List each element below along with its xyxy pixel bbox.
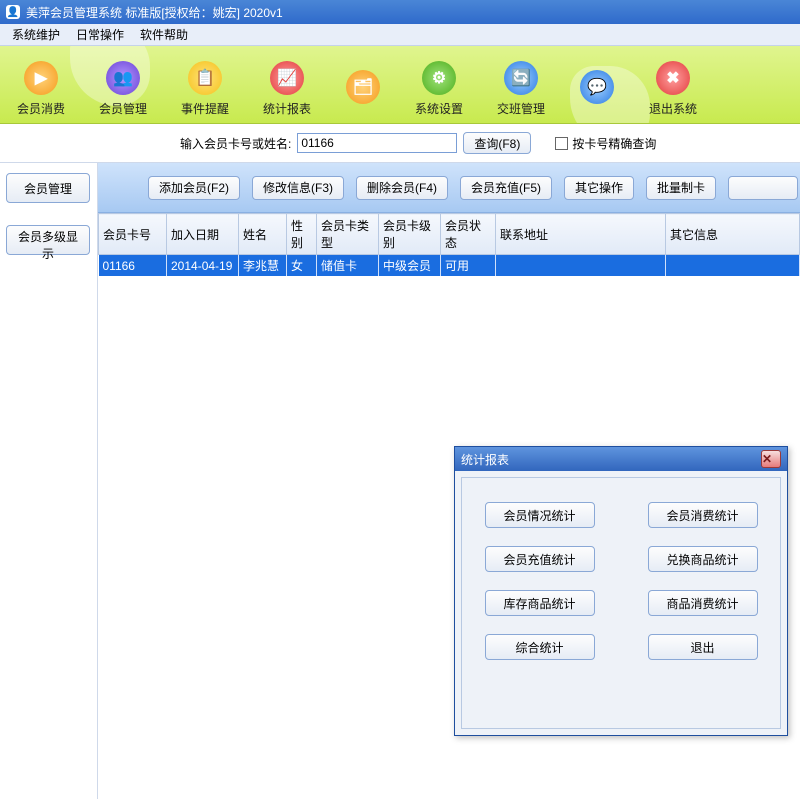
exact-match-checkbox[interactable]: 按卡号精确查询 — [555, 135, 656, 152]
tab-member-multi[interactable]: 会员多级显示 — [6, 225, 90, 255]
col-name[interactable]: 姓名 — [239, 214, 287, 255]
tool-label: 事件提醒 — [181, 100, 229, 117]
members-icon: 👥 — [106, 61, 140, 95]
dialog-titlebar[interactable]: 统计报表 ✕ — [455, 447, 787, 471]
btn-member-status-stat[interactable]: 会员情况统计 — [485, 502, 595, 528]
edit-info-button[interactable]: 修改信息(F3) — [252, 176, 344, 200]
cell-other — [666, 255, 800, 277]
cell-name: 李兆慧 — [239, 255, 287, 277]
add-member-button[interactable]: 添加会员(F2) — [148, 176, 240, 200]
btn-stock-goods-stat[interactable]: 库存商品统计 — [485, 590, 595, 616]
menu-daily-operate[interactable]: 日常操作 — [68, 24, 132, 45]
col-status[interactable]: 会员状态 — [441, 214, 496, 255]
dialog-body: 会员情况统计 会员消费统计 会员充值统计 兑换商品统计 库存商品统计 商品消费统… — [461, 477, 781, 729]
btn-member-consume-stat[interactable]: 会员消费统计 — [648, 502, 758, 528]
query-button[interactable]: 查询(F8) — [463, 132, 531, 154]
app-icon: 👤 — [6, 5, 20, 19]
window-title: 美萍会员管理系统 标准版[授权给：姚宏] 2020v1 — [26, 4, 794, 21]
stack-icon: 🗂 — [346, 70, 380, 104]
col-date[interactable]: 加入日期 — [167, 214, 239, 255]
shift-icon: 🔄 — [504, 61, 538, 95]
table-row[interactable]: 01166 2014-04-19 李兆慧 女 储值卡 中级会员 可用 — [99, 255, 800, 277]
members-table: 会员卡号 加入日期 姓名 性别 会员卡类型 会员卡级别 会员状态 联系地址 其它… — [98, 213, 800, 276]
cell-card: 01166 — [99, 255, 167, 277]
tool-shift-manage[interactable]: 🔄 交班管理 — [480, 52, 562, 117]
col-addr[interactable]: 联系地址 — [496, 214, 666, 255]
tab-member-manage[interactable]: 会员管理 — [6, 173, 90, 203]
action-bar: 添加会员(F2) 修改信息(F3) 删除会员(F4) 会员充值(F5) 其它操作… — [98, 163, 800, 213]
btn-overall-stat[interactable]: 综合统计 — [485, 634, 595, 660]
cell-addr — [496, 255, 666, 277]
window-titlebar: 👤 美萍会员管理系统 标准版[授权给：姚宏] 2020v1 — [0, 0, 800, 24]
checkbox-label: 按卡号精确查询 — [572, 135, 656, 152]
stats-dialog: 统计报表 ✕ 会员情况统计 会员消费统计 会员充值统计 兑换商品统计 库存商品统… — [454, 446, 788, 736]
tool-label: 会员消费 — [17, 100, 65, 117]
tool-member-manage[interactable]: 👥 会员管理 — [82, 52, 164, 117]
checkbox-icon — [555, 137, 568, 150]
chat-icon: 💬 — [580, 70, 614, 104]
left-tab-column: 会员管理 会员多级显示 — [0, 163, 98, 799]
delete-member-button[interactable]: 删除会员(F4) — [356, 176, 448, 200]
search-input[interactable] — [297, 133, 457, 153]
tool-chat[interactable]: 💬 — [562, 61, 632, 109]
cell-status: 可用 — [441, 255, 496, 277]
tool-label: 交班管理 — [497, 100, 545, 117]
main-toolbar: ▶ 会员消费 👥 会员管理 📋 事件提醒 📈 统计报表 🗂 ⚙ 系统设置 🔄 交… — [0, 46, 800, 124]
tool-label: 系统设置 — [415, 100, 463, 117]
charge-button[interactable]: 会员充值(F5) — [460, 176, 552, 200]
tool-label: 退出系统 — [649, 100, 697, 117]
menu-help[interactable]: 软件帮助 — [132, 24, 196, 45]
dialog-close-button[interactable]: ✕ — [761, 450, 781, 468]
btn-dialog-exit[interactable]: 退出 — [648, 634, 758, 660]
btn-member-charge-stat[interactable]: 会员充值统计 — [485, 546, 595, 572]
col-card[interactable]: 会员卡号 — [99, 214, 167, 255]
menu-system-maintain[interactable]: 系统维护 — [4, 24, 68, 45]
tool-event-reminder[interactable]: 📋 事件提醒 — [164, 52, 246, 117]
close-icon: ✕ — [762, 452, 780, 466]
col-clevel[interactable]: 会员卡级别 — [379, 214, 441, 255]
batch-card-button[interactable]: 批量制卡 — [646, 176, 716, 200]
col-ctype[interactable]: 会员卡类型 — [317, 214, 379, 255]
cell-date: 2014-04-19 — [167, 255, 239, 277]
col-other[interactable]: 其它信息 — [666, 214, 800, 255]
tool-stat-report[interactable]: 📈 统计报表 — [246, 52, 328, 117]
cell-ctype: 储值卡 — [317, 255, 379, 277]
search-row: 输入会员卡号或姓名: 查询(F8) 按卡号精确查询 — [0, 124, 800, 162]
tool-member-consume[interactable]: ▶ 会员消费 — [0, 52, 82, 117]
play-icon: ▶ — [24, 61, 58, 95]
cell-clevel: 中级会员 — [379, 255, 441, 277]
settings-icon: ⚙ — [422, 61, 456, 95]
btn-exchange-goods-stat[interactable]: 兑换商品统计 — [648, 546, 758, 572]
blank-button[interactable] — [728, 176, 798, 200]
exit-icon: ✖ — [656, 61, 690, 95]
tool-label: 统计报表 — [263, 100, 311, 117]
other-ops-button[interactable]: 其它操作 — [564, 176, 634, 200]
tool-label: 会员管理 — [99, 100, 147, 117]
tool-stack[interactable]: 🗂 — [328, 61, 398, 109]
menubar: 系统维护 日常操作 软件帮助 — [0, 24, 800, 46]
tool-exit-system[interactable]: ✖ 退出系统 — [632, 52, 714, 117]
reminder-icon: 📋 — [188, 61, 222, 95]
cell-sex: 女 — [287, 255, 317, 277]
table-header-row: 会员卡号 加入日期 姓名 性别 会员卡类型 会员卡级别 会员状态 联系地址 其它… — [99, 214, 800, 255]
btn-goods-consume-stat[interactable]: 商品消费统计 — [648, 590, 758, 616]
col-sex[interactable]: 性别 — [287, 214, 317, 255]
tool-system-settings[interactable]: ⚙ 系统设置 — [398, 52, 480, 117]
search-label: 输入会员卡号或姓名: — [180, 135, 291, 152]
report-icon: 📈 — [270, 61, 304, 95]
dialog-title: 统计报表 — [461, 451, 761, 468]
